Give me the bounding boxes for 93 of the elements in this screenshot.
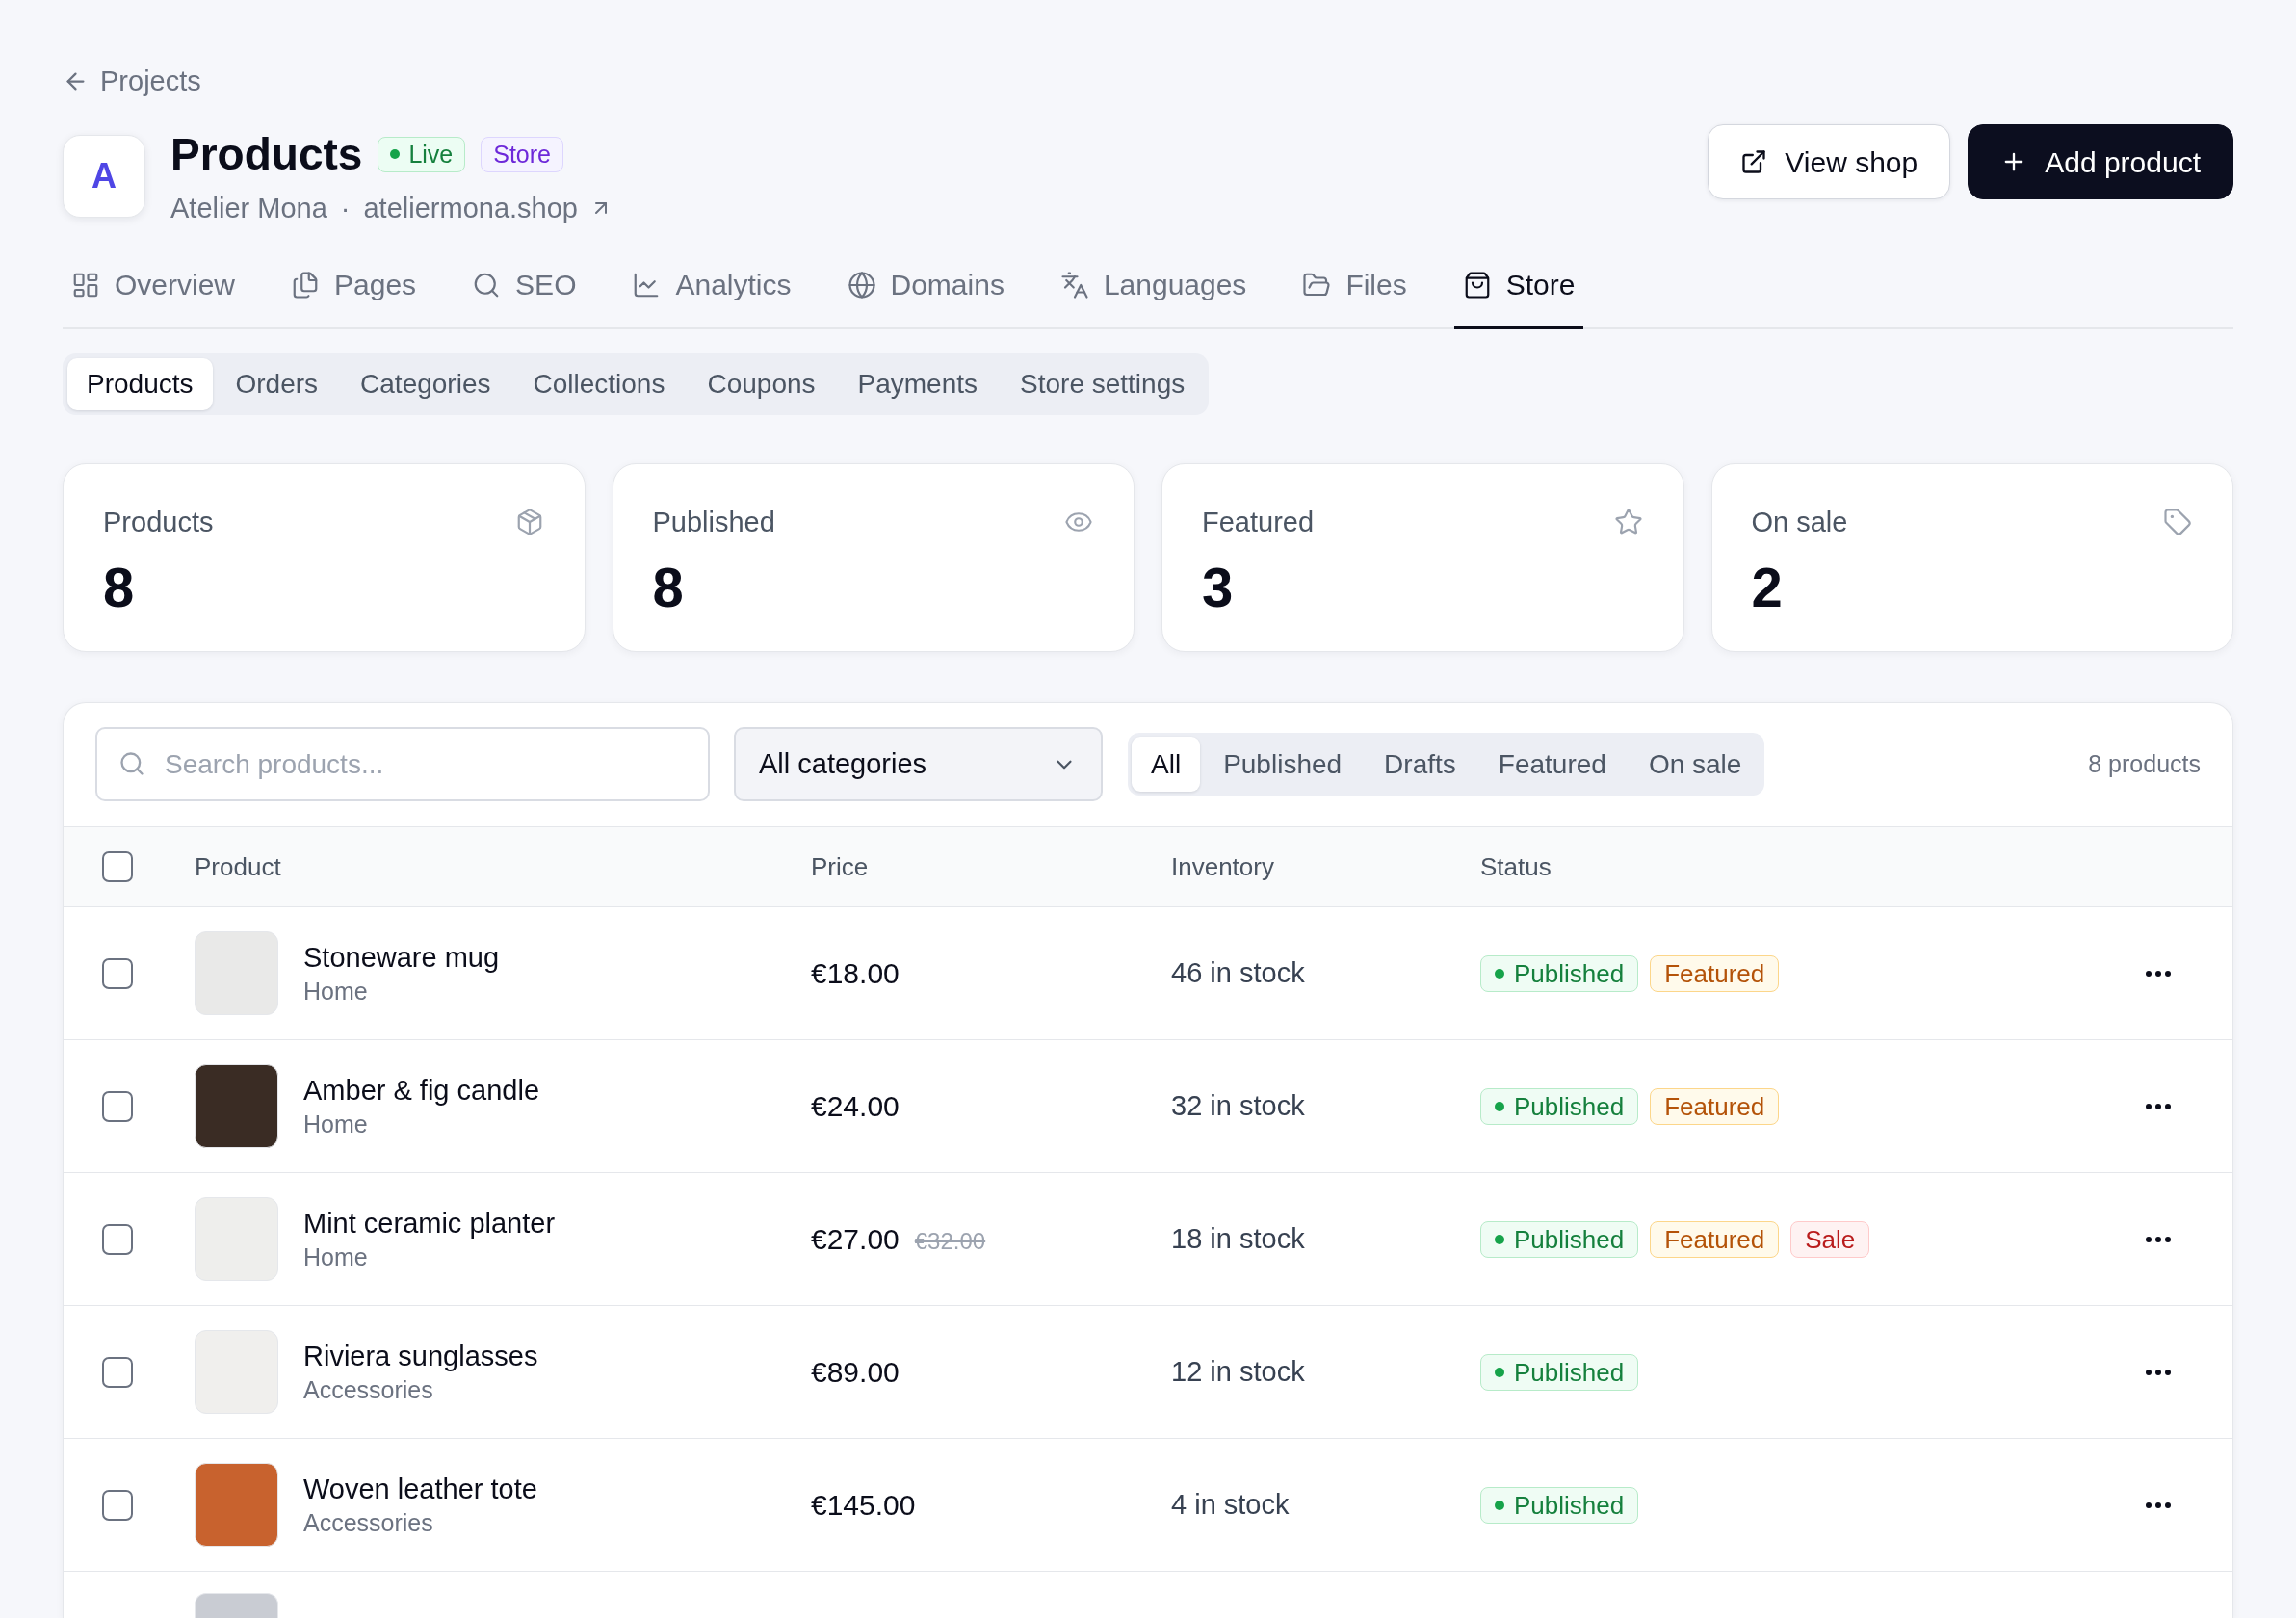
stat-label: Featured [1202, 506, 1315, 539]
column-header: Status [1480, 850, 1552, 883]
tag-icon [2163, 508, 2192, 536]
product-name: Riviera sunglasses [303, 1339, 538, 1373]
external-link-icon [1740, 148, 1768, 175]
nav-tab[interactable]: Pages [282, 252, 426, 329]
status-filter-tab[interactable]: All [1132, 737, 1201, 792]
sub-tab[interactable]: Categories [341, 358, 510, 410]
column-header: Product [195, 850, 281, 883]
product-category: Home [303, 1109, 368, 1139]
stat-label: On sale [1751, 506, 1848, 539]
sub-tab[interactable]: Store settings [1001, 358, 1205, 410]
product-category: Home [303, 1241, 368, 1272]
category-select[interactable]: All categories [734, 727, 1103, 801]
avatar-tile: A [63, 135, 145, 218]
dashboard-icon [71, 271, 100, 300]
select-all-checkbox[interactable] [102, 851, 133, 882]
price-text: €145.00 [811, 1488, 916, 1523]
view-shop-button[interactable]: View shop [1708, 124, 1951, 199]
sub-tab[interactable]: Orders [216, 358, 338, 410]
status-text: Published [1514, 1359, 1625, 1385]
price-text: €89.00 [811, 1355, 900, 1390]
row-checkbox[interactable] [102, 957, 133, 989]
price-text: €18.00 [811, 956, 900, 991]
type-badge: Store [481, 136, 563, 172]
nav-tab[interactable]: SEO [463, 252, 586, 329]
stock-text: 12 in stock [1171, 1354, 1305, 1389]
status-filter-tab[interactable]: Featured [1478, 737, 1626, 792]
status-filter-tab[interactable]: Drafts [1365, 737, 1475, 792]
stat-value: 8 [652, 557, 684, 618]
search-icon [118, 750, 145, 777]
more-icon [2146, 1501, 2171, 1508]
product-name: Stoneware mug [303, 940, 500, 975]
stat-label: Products [103, 506, 214, 539]
product-name: Woven leather tote [303, 1472, 537, 1506]
nav-tab[interactable]: Overview [63, 252, 245, 329]
status-text: Published [1514, 960, 1625, 986]
product-name: Mint ceramic planter [303, 1206, 556, 1240]
featured-badge: Featured [1650, 1087, 1780, 1125]
sub-tab[interactable]: Collections [513, 358, 685, 410]
stock-text: 32 in stock [1171, 1088, 1305, 1123]
more-icon [2146, 1236, 2171, 1242]
column-header: Inventory [1171, 850, 1274, 883]
star-icon [1613, 508, 1643, 536]
product-count: 8 products [2088, 748, 2201, 779]
stock-text: 18 in stock [1171, 1221, 1305, 1256]
product-category: Accessories [303, 1507, 433, 1538]
shop-link[interactable]: ateliermona.shop [363, 191, 613, 225]
price-text: €24.00 [811, 1089, 900, 1124]
search-field[interactable]: Search products... [95, 727, 710, 801]
status-text: Live [408, 142, 454, 167]
stock-text: 4 in stock [1171, 1487, 1290, 1522]
status-filter-tab[interactable]: Published [1204, 737, 1362, 792]
row-checkbox[interactable] [102, 1223, 133, 1255]
page-title: Products [170, 128, 363, 181]
featured-badge: Featured [1650, 954, 1780, 992]
product-category: Accessories [303, 1374, 433, 1405]
row-checkbox[interactable] [102, 1356, 133, 1388]
separator-text: · [340, 192, 351, 225]
nav-tab[interactable]: Analytics [623, 252, 800, 329]
product-name: Amber & fig candle [303, 1073, 539, 1108]
nav-tab[interactable]: Domains [838, 252, 1013, 329]
more-icon [2146, 1369, 2171, 1375]
product-category: Home [303, 976, 368, 1006]
back-link[interactable]: Projects [63, 64, 201, 98]
sub-tab[interactable]: Payments [838, 358, 998, 410]
original-price: €32.00 [914, 1227, 986, 1256]
sale-badge: Sale [1790, 1220, 1870, 1258]
add-product-button[interactable]: Add product [1968, 124, 2233, 199]
shop-name: Atelier Mona [170, 192, 327, 225]
row-checkbox[interactable] [102, 1489, 133, 1521]
sub-tab[interactable]: Products [67, 358, 213, 410]
status-text: Published [1514, 1226, 1625, 1252]
sub-tab[interactable]: Coupons [688, 358, 835, 410]
stat-label: Published [652, 506, 775, 539]
status-text: Published [1514, 1093, 1625, 1119]
more-icon [2146, 970, 2171, 977]
featured-badge: Featured [1650, 1220, 1780, 1258]
price-text: €27.00 [811, 1222, 900, 1257]
stat-value: 8 [103, 557, 135, 618]
stat-value: 2 [1751, 557, 1783, 618]
translate-icon [1059, 271, 1089, 300]
globe-icon [847, 271, 876, 300]
status-text: Published [1514, 1492, 1625, 1518]
nav-tab[interactable]: Store [1453, 252, 1584, 329]
status-filter-tab[interactable]: On sale [1629, 737, 1761, 792]
stat-value: 3 [1202, 557, 1234, 618]
nav-tab[interactable]: Languages [1051, 252, 1256, 329]
row-checkbox[interactable] [102, 1090, 133, 1122]
column-header: Price [811, 850, 869, 883]
stock-text: 46 in stock [1171, 955, 1305, 990]
more-icon [2146, 1103, 2171, 1109]
nav-tab[interactable]: Files [1293, 252, 1416, 329]
